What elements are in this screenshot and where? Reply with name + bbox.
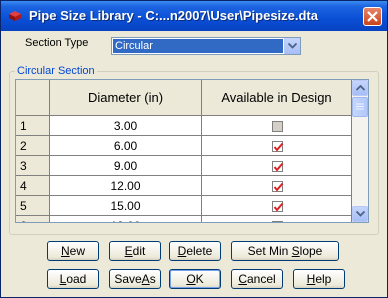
app-icon: [7, 8, 23, 24]
diameter-cell[interactable]: 6.00: [50, 136, 202, 156]
cancel-button[interactable]: Cancel: [231, 269, 283, 289]
title-bar[interactable]: Pipe Size Library - C:...n2007\User\Pipe…: [1, 1, 387, 31]
check-icon: [273, 222, 284, 224]
pipe-size-library-dialog: Pipe Size Library - C:...n2007\User\Pipe…: [0, 0, 388, 298]
diameter-cell[interactable]: 12.00: [50, 176, 202, 196]
diameter-cell[interactable]: 18.00: [50, 216, 202, 222]
row-header[interactable]: 3: [16, 156, 50, 176]
edit-button[interactable]: Edit: [109, 241, 161, 261]
dropdown-button[interactable]: [284, 38, 300, 54]
load-button[interactable]: Load: [47, 269, 99, 289]
section-type-value: Circular: [113, 39, 283, 53]
available-cell: [202, 216, 352, 224]
delete-button[interactable]: Delete: [169, 241, 221, 261]
ok-button[interactable]: OK: [169, 269, 221, 289]
new-button[interactable]: New: [47, 241, 99, 261]
check-icon: [273, 202, 283, 212]
vertical-scrollbar[interactable]: [352, 80, 368, 222]
check-icon: [273, 162, 283, 172]
available-checkbox[interactable]: [271, 200, 283, 212]
available-checkbox[interactable]: [271, 220, 284, 224]
window-title: Pipe Size Library - C:...n2007\User\Pipe…: [29, 8, 318, 23]
section-type-dropdown[interactable]: Circular: [111, 37, 301, 55]
available-checkbox[interactable]: [271, 140, 283, 152]
row-header[interactable]: 1: [16, 116, 50, 136]
saveas-button[interactable]: SaveAs: [109, 269, 161, 289]
row-header[interactable]: 5: [16, 196, 50, 216]
available-cell: [202, 116, 352, 136]
column-header-available[interactable]: Available in Design: [202, 80, 352, 116]
diameter-cell[interactable]: 3.00: [50, 116, 202, 136]
available-checkbox[interactable]: [271, 120, 283, 132]
chevron-down-icon: [288, 43, 297, 49]
chevron-up-icon: [356, 85, 365, 91]
available-cell: [202, 156, 352, 176]
available-checkbox[interactable]: [271, 180, 283, 192]
available-checkbox[interactable]: [271, 160, 283, 172]
diameter-cell[interactable]: 9.00: [50, 156, 202, 176]
section-type-label: Section Type: [25, 37, 89, 49]
check-icon: [273, 182, 283, 192]
available-cell: [202, 136, 352, 156]
scroll-thumb[interactable]: [352, 97, 368, 117]
diameter-cell[interactable]: 15.00: [50, 196, 202, 216]
close-icon: [367, 11, 378, 22]
scroll-up-button[interactable]: [352, 80, 368, 96]
row-header[interactable]: 2: [16, 136, 50, 156]
pipe-size-grid[interactable]: Diameter (in) Available in Design 1 3.00 2…: [15, 79, 369, 223]
row-header[interactable]: 6: [16, 216, 50, 222]
check-icon: [273, 142, 283, 152]
grid-corner: [16, 80, 50, 116]
close-button[interactable]: [363, 7, 382, 26]
available-cell: [202, 196, 352, 216]
help-button[interactable]: Help: [293, 269, 345, 289]
available-cell: [202, 176, 352, 196]
scroll-down-button[interactable]: [352, 206, 368, 222]
set-min-slope-button[interactable]: Set Min Slope: [231, 241, 339, 261]
chevron-down-icon: [356, 211, 365, 217]
column-header-diameter[interactable]: Diameter (in): [50, 80, 202, 116]
circular-section-title: Circular Section: [15, 65, 97, 77]
row-header[interactable]: 4: [16, 176, 50, 196]
grip-icon: [356, 103, 364, 110]
